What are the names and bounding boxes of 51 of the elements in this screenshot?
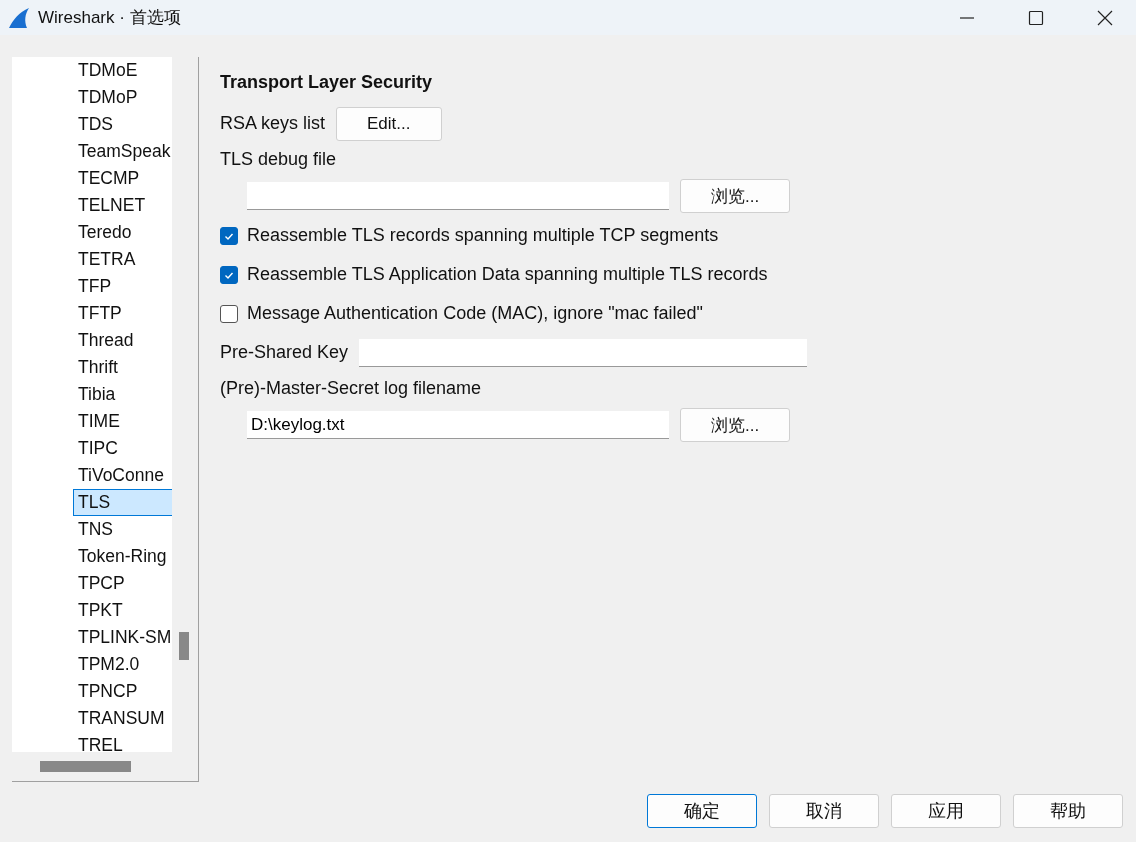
list-item[interactable]: TECMP <box>73 165 173 192</box>
dialog-button[interactable]: 确定 <box>647 794 757 828</box>
list-item[interactable]: TETRA <box>73 246 173 273</box>
list-item[interactable]: TeamSpeak <box>73 138 173 165</box>
list-item[interactable]: Thread <box>73 327 173 354</box>
checkbox[interactable] <box>220 226 238 245</box>
list-item[interactable]: TRANSUM <box>73 705 173 732</box>
checkbox-option[interactable]: Reassemble TLS Application Data spanning multiple TLS records <box>220 264 768 285</box>
field-label: Pre-Shared Key <box>220 342 349 363</box>
input-field[interactable] <box>247 182 669 210</box>
list-item[interactable]: TPM2.0 <box>73 651 173 678</box>
list-item[interactable]: TiVoConne <box>73 462 173 489</box>
list-item[interactable]: TREL <box>73 732 173 752</box>
list-item[interactable]: Token-Ring <box>73 543 173 570</box>
checkbox[interactable] <box>220 304 238 323</box>
list-item[interactable]: TDMoP <box>73 84 173 111</box>
field-label: RSA keys list <box>220 113 326 134</box>
list-item[interactable]: TIME <box>73 408 173 435</box>
list-item[interactable]: TIPC <box>73 435 173 462</box>
list-item[interactable]: TPLINK-SM <box>73 624 173 651</box>
section-title: Transport Layer Security <box>220 71 434 94</box>
list-item[interactable]: TDMoE <box>73 57 173 84</box>
field-label: (Pre)-Master-Secret log filename <box>220 378 482 399</box>
input-field[interactable] <box>359 338 808 367</box>
dialog-button[interactable]: 帮助 <box>1013 794 1123 828</box>
list-item[interactable]: TLS <box>73 489 173 516</box>
dialog-button[interactable]: 取消 <box>769 794 879 828</box>
window-title: Wireshark · 首选项 <box>38 7 181 29</box>
maximize-icon[interactable] <box>1028 9 1044 26</box>
list-item[interactable]: Teredo <box>73 219 173 246</box>
list-item[interactable]: TFP <box>73 273 173 300</box>
list-item[interactable]: TPCP <box>73 570 173 597</box>
field-label: TLS debug file <box>220 149 337 170</box>
list-item[interactable]: TNS <box>73 516 173 543</box>
edit-button[interactable]: Edit... <box>336 106 442 141</box>
list-item[interactable]: TPNCP <box>73 678 173 705</box>
list-item[interactable]: TPKT <box>73 597 173 624</box>
checkbox-option[interactable]: Message Authentication Code (MAC), ignore "mac failed" <box>220 303 703 324</box>
close-icon[interactable] <box>1097 9 1113 26</box>
list-item[interactable]: TELNET <box>73 192 173 219</box>
list-item[interactable]: TDS <box>73 111 173 138</box>
dialog-button[interactable]: 应用 <box>891 794 1001 828</box>
fin-logo-icon <box>7 5 31 30</box>
list-item[interactable]: Tibia <box>73 381 173 408</box>
list-item[interactable]: TFTP <box>73 300 173 327</box>
browse-button[interactable]: 浏览... <box>680 179 791 213</box>
browse-button[interactable]: 浏览... <box>680 408 791 442</box>
input-field[interactable]: D:\keylog.txt <box>247 411 669 439</box>
list-item[interactable]: Thrift <box>73 354 173 381</box>
checkbox[interactable] <box>220 265 238 284</box>
checkbox-option[interactable]: Reassemble TLS records spanning multiple TCP segments <box>220 225 719 246</box>
